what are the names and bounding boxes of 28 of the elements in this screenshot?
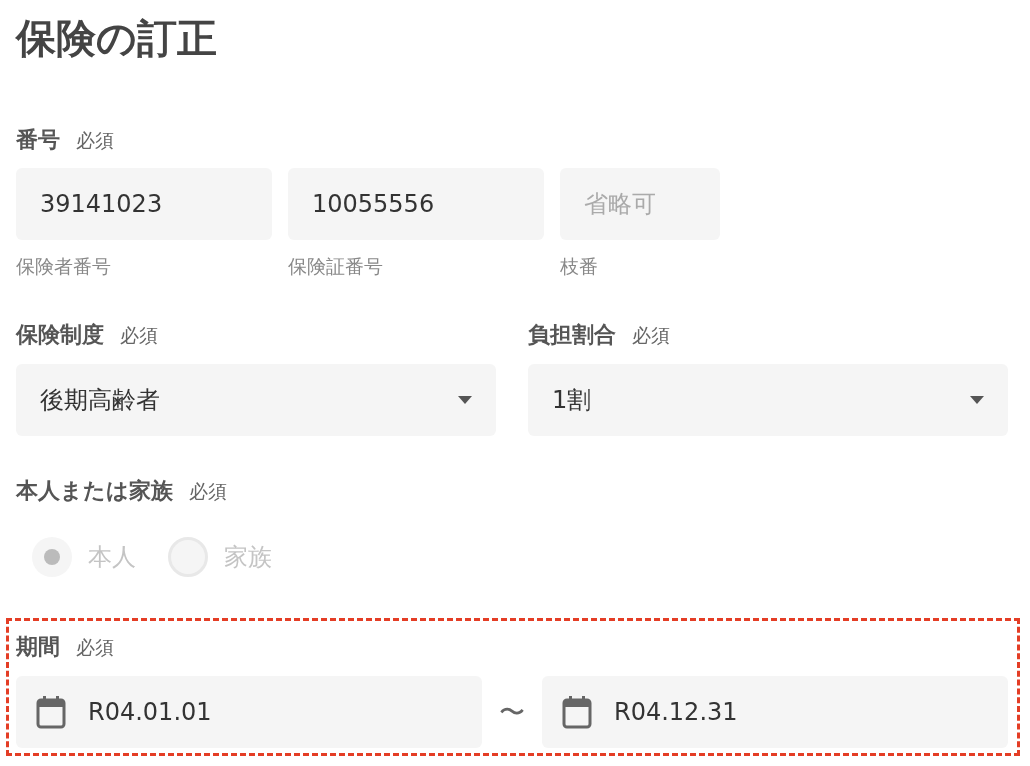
input-field[interactable]: 10055556 [288, 168, 544, 240]
select-field[interactable]: 1割 [528, 364, 1008, 436]
required-label: 必須 [189, 479, 227, 504]
calendar-icon [36, 695, 66, 729]
field-label: 期間 [16, 633, 60, 661]
field-caption: 保険者番号 [16, 254, 111, 279]
field-label: 保険制度 [16, 321, 104, 349]
required-label: 必須 [76, 635, 114, 660]
field-label: 番号 [16, 126, 60, 154]
date-field[interactable]: R04.01.01 [16, 676, 482, 748]
required-label: 必須 [76, 128, 114, 153]
range-separator: 〜 [498, 695, 526, 729]
radio-label: 家族 [224, 542, 272, 573]
field-caption: 保険証番号 [288, 254, 383, 279]
calendar-icon [562, 695, 592, 729]
required-label: 必須 [120, 323, 158, 348]
date-field[interactable]: R04.12.31 [542, 676, 1008, 748]
field-label: 負担割合 [528, 321, 616, 349]
field-label: 本人または家族 [16, 477, 173, 505]
caret-icon [970, 396, 984, 404]
page-title: 保険の訂正 [16, 14, 218, 63]
input-field[interactable]: 39141023 [16, 168, 272, 240]
field-caption: 枝番 [560, 254, 598, 279]
required-label: 必須 [632, 323, 670, 348]
input-field[interactable]: 省略可 [560, 168, 720, 240]
select-field[interactable]: 後期高齢者 [16, 364, 496, 436]
radio-label: 本人 [88, 542, 136, 573]
caret-icon [458, 396, 472, 404]
